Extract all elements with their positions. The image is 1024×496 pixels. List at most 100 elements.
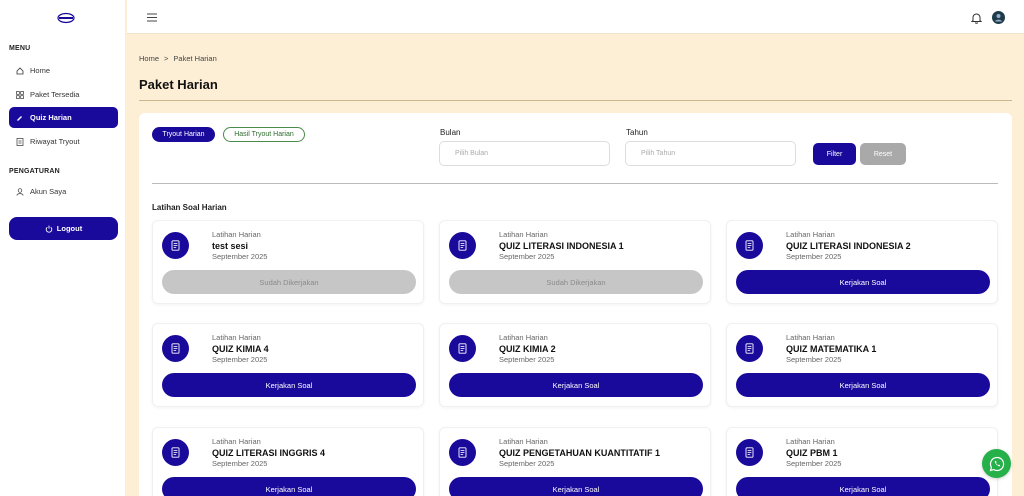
sudah-dikerjakan-button: Sudah Dikerjakan: [449, 270, 703, 294]
card-title: QUIZ LITERASI INDONESIA 2: [786, 241, 911, 251]
card-category: Latihan Harian: [786, 333, 835, 342]
document-icon: [162, 439, 189, 466]
breadcrumb-home[interactable]: Home: [139, 54, 159, 63]
card-category: Latihan Harian: [212, 333, 261, 342]
sidebar-item-label: Riwayat Tryout: [30, 137, 80, 146]
card-date: September 2025: [212, 459, 268, 468]
quiz-card: Latihan Harian QUIZ KIMIA 4 September 20…: [152, 323, 424, 407]
user-avatar[interactable]: [992, 11, 1005, 24]
sidebar: MENU Home Paket Tersedia Quiz Harian Riw…: [0, 0, 126, 496]
card-category: Latihan Harian: [499, 437, 548, 446]
quiz-card: Latihan Harian QUIZ KIMIA 2 September 20…: [439, 323, 711, 407]
sudah-dikerjakan-button: Sudah Dikerjakan: [162, 270, 416, 294]
bulan-label: Bulan: [440, 128, 461, 137]
notification-bell-icon[interactable]: [971, 12, 982, 24]
filter-divider: [152, 183, 998, 184]
history-icon: [16, 137, 24, 146]
kerjakan-soal-button[interactable]: Kerjakan Soal: [736, 373, 990, 397]
brand-logo[interactable]: [56, 12, 76, 24]
sidebar-item-label: Quiz Harian: [30, 113, 72, 122]
sidebar-item-riwayat-tryout[interactable]: Riwayat Tryout: [9, 131, 118, 152]
kerjakan-soal-button[interactable]: Kerjakan Soal: [449, 373, 703, 397]
sidebar-item-home[interactable]: Home: [9, 60, 118, 81]
section-title: Latihan Soal Harian: [152, 203, 227, 212]
document-icon: [162, 335, 189, 362]
sidebar-item-label: Akun Saya: [30, 187, 67, 196]
quiz-icon: [16, 114, 24, 122]
kerjakan-soal-button[interactable]: Kerjakan Soal: [449, 477, 703, 496]
avatar-icon: [995, 14, 1002, 22]
settings-section-label: PENGATURAN: [9, 168, 60, 175]
quiz-card: Latihan Harian test sesi September 2025 …: [152, 220, 424, 304]
hamburger-menu-icon[interactable]: [147, 13, 157, 22]
kerjakan-soal-button[interactable]: Kerjakan Soal: [736, 477, 990, 496]
menu-section-label: MENU: [9, 45, 31, 52]
card-date: September 2025: [786, 459, 842, 468]
document-icon: [736, 335, 763, 362]
title-divider: [139, 100, 1012, 101]
home-icon: [16, 66, 24, 75]
quiz-card: Latihan Harian QUIZ LITERASI INDONESIA 1…: [439, 220, 711, 304]
sidebar-item-akun-saya[interactable]: Akun Saya: [9, 181, 118, 202]
card-title: QUIZ PBM 1: [786, 448, 838, 458]
user-icon: [16, 187, 24, 196]
tahun-label: Tahun: [626, 128, 648, 137]
breadcrumb-current: Paket Harian: [173, 54, 217, 63]
bulan-select[interactable]: Pilih Bulan: [439, 141, 610, 166]
reset-button[interactable]: Reset: [860, 143, 906, 165]
document-icon: [736, 439, 763, 466]
card-date: September 2025: [786, 355, 842, 364]
page-title: Paket Harian: [139, 77, 218, 92]
card-title: QUIZ LITERASI INGGRIS 4: [212, 448, 326, 458]
sidebar-item-paket-tersedia[interactable]: Paket Tersedia: [9, 84, 118, 105]
whatsapp-icon: [989, 456, 1004, 471]
document-icon: [162, 232, 189, 259]
card-date: September 2025: [499, 459, 555, 468]
card-title: QUIZ PENGETAHUAN KUANTITATIF 1: [499, 448, 660, 458]
power-icon: [45, 225, 53, 233]
quiz-card: Latihan Harian QUIZ LITERASI INGGRIS 4 S…: [152, 427, 424, 496]
card-title: QUIZ KIMIA 2: [499, 344, 556, 354]
document-icon: [449, 232, 476, 259]
breadcrumb: Home > Paket Harian: [139, 54, 217, 63]
logout-label: Logout: [56, 224, 83, 233]
card-date: September 2025: [499, 252, 555, 261]
quiz-card: Latihan Harian QUIZ PENGETAHUAN KUANTITA…: [439, 427, 711, 496]
content-panel: Tryout Harian Hasil Tryout Harian Bulan …: [139, 113, 1012, 496]
card-title: test sesi: [212, 241, 249, 251]
quiz-card: Latihan Harian QUIZ LITERASI INDONESIA 2…: [726, 220, 998, 304]
top-bar: [127, 0, 1024, 34]
card-category: Latihan Harian: [499, 230, 548, 239]
quiz-card: Latihan Harian QUIZ MATEMATIKA 1 Septemb…: [726, 323, 998, 407]
card-date: September 2025: [212, 355, 268, 364]
kerjakan-soal-button[interactable]: Kerjakan Soal: [162, 477, 416, 496]
tab-hasil-tryout-harian[interactable]: Hasil Tryout Harian: [223, 127, 305, 142]
card-category: Latihan Harian: [212, 437, 261, 446]
card-date: September 2025: [499, 355, 555, 364]
kerjakan-soal-button[interactable]: Kerjakan Soal: [736, 270, 990, 294]
card-date: September 2025: [212, 252, 268, 261]
quiz-card: Latihan Harian QUIZ PBM 1 September 2025…: [726, 427, 998, 496]
document-icon: [736, 232, 763, 259]
breadcrumb-separator: >: [164, 54, 169, 63]
card-category: Latihan Harian: [786, 437, 835, 446]
sidebar-item-quiz-harian[interactable]: Quiz Harian: [9, 107, 118, 128]
sidebar-item-label: Paket Tersedia: [30, 90, 80, 99]
card-category: Latihan Harian: [499, 333, 548, 342]
grid-icon: [16, 90, 24, 99]
filter-button[interactable]: Filter: [813, 143, 856, 165]
sidebar-item-label: Home: [30, 66, 51, 75]
card-date: September 2025: [786, 252, 842, 261]
kerjakan-soal-button[interactable]: Kerjakan Soal: [162, 373, 416, 397]
card-title: QUIZ KIMIA 4: [212, 344, 269, 354]
tahun-select[interactable]: Pilih Tahun: [625, 141, 796, 166]
logout-button[interactable]: Logout: [9, 217, 118, 240]
card-title: QUIZ MATEMATIKA 1: [786, 344, 877, 354]
card-category: Latihan Harian: [212, 230, 261, 239]
tab-tryout-harian[interactable]: Tryout Harian: [152, 127, 215, 142]
card-category: Latihan Harian: [786, 230, 835, 239]
document-icon: [449, 335, 476, 362]
document-icon: [449, 439, 476, 466]
whatsapp-chat-button[interactable]: [982, 449, 1011, 478]
card-title: QUIZ LITERASI INDONESIA 1: [499, 241, 624, 251]
